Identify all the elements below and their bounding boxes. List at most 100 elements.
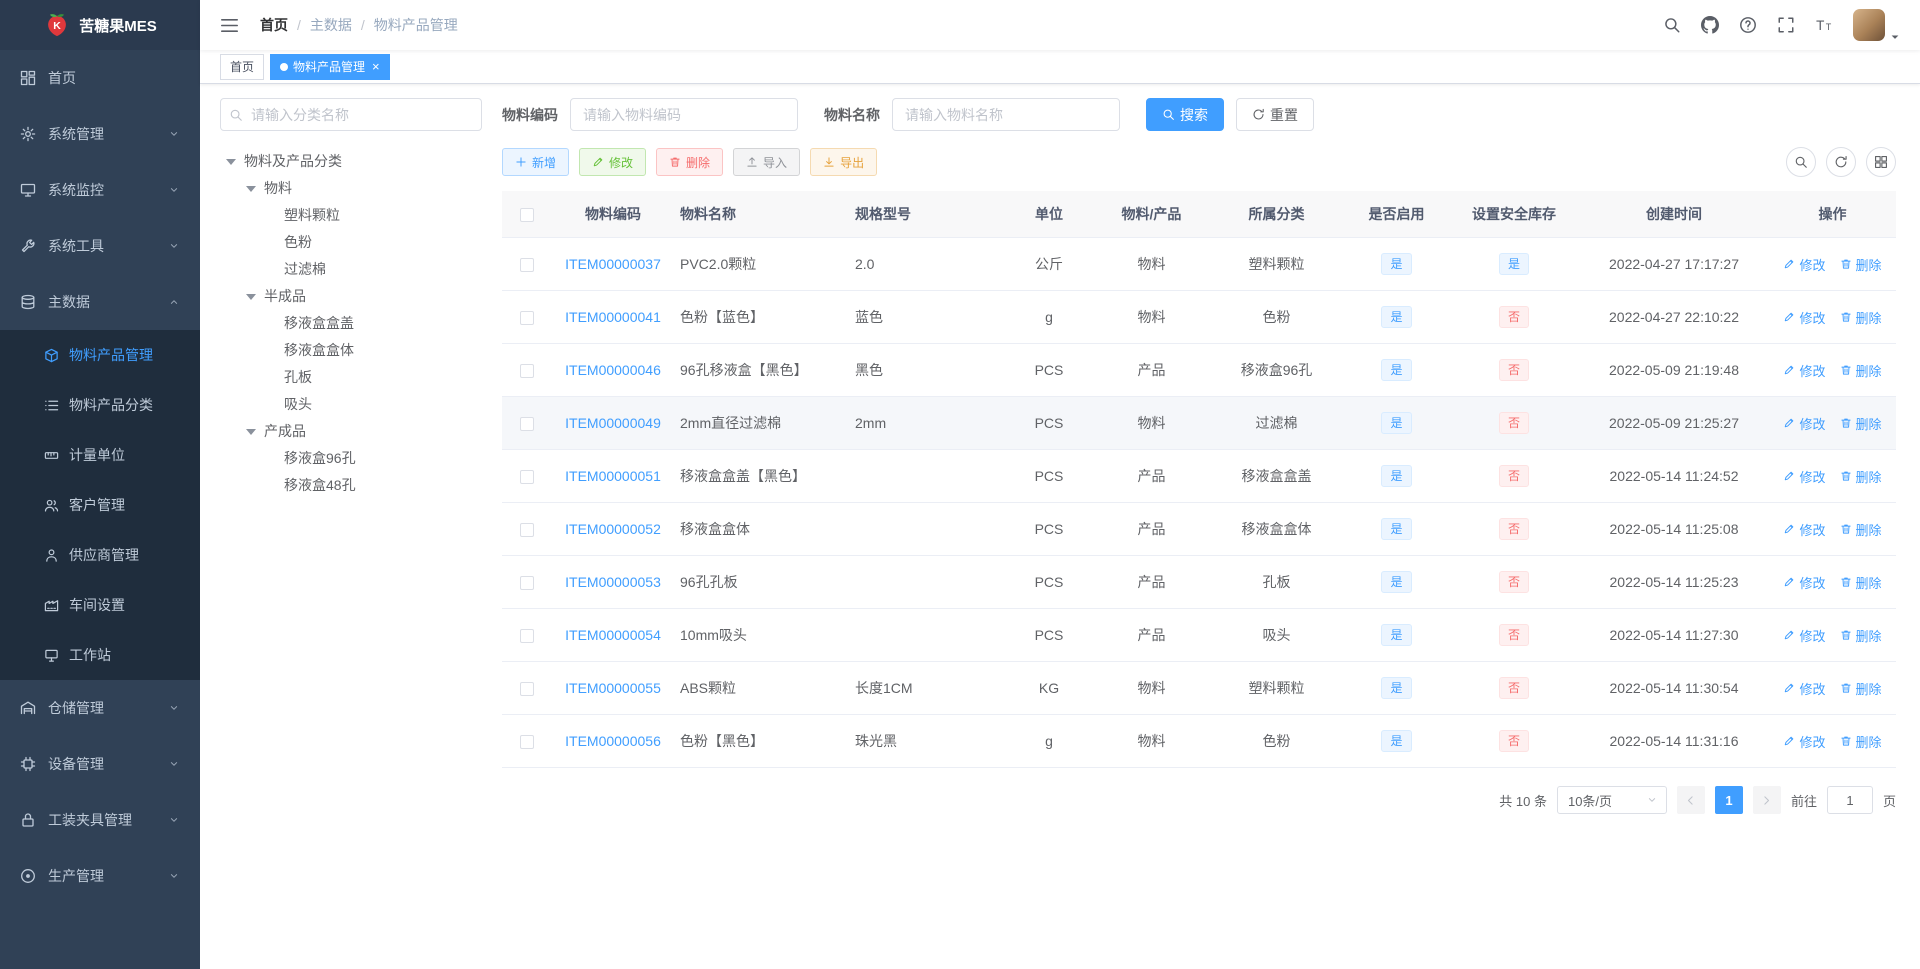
material-code-link[interactable]: ITEM00000049 [565,415,661,431]
row-edit-link[interactable]: 修改 [1783,732,1826,751]
sidebar-item[interactable]: 工装夹具管理 [0,792,200,848]
github-icon[interactable] [1691,16,1729,34]
material-code-link[interactable]: ITEM00000051 [565,468,661,484]
goto-page-input[interactable] [1826,786,1873,814]
material-code-link[interactable]: ITEM00000037 [565,256,661,272]
tree-node[interactable]: 物料 [220,174,482,201]
material-code-link[interactable]: ITEM00000055 [565,680,661,696]
sidebar-item[interactable]: 生产管理 [0,848,200,904]
row-edit-link[interactable]: 修改 [1783,626,1826,645]
tree-node[interactable]: 移液盒96孔 [220,444,482,471]
row-checkbox[interactable] [520,629,534,644]
prev-page-button[interactable] [1676,786,1705,814]
table-row[interactable]: ITEM00000037 PVC2.0颗粒 2.0 公斤 物料 塑料颗粒 是 是 2022-04… [502,237,1896,291]
code-filter-input[interactable] [570,98,798,131]
material-code-link[interactable]: ITEM00000056 [565,733,661,749]
table-row[interactable]: ITEM00000054 10mm吸头 PCS 产品 吸头 是 否 2022-05-14 11… [502,608,1896,662]
material-code-link[interactable]: ITEM00000046 [565,362,661,378]
header-search-icon[interactable] [1653,16,1691,34]
page-1-button[interactable]: 1 [1714,786,1743,814]
tree-node[interactable]: 过滤棉 [220,255,482,282]
sidebar-subitem[interactable]: 工作站 [0,630,200,680]
sidebar-subitem[interactable]: 物料产品分类 [0,380,200,430]
toggle-search-button[interactable] [1786,147,1816,177]
sidebar-subitem[interactable]: 计量单位 [0,430,200,480]
tree-node[interactable]: 移液盒48孔 [220,471,482,498]
edit-button[interactable]: 修改 [579,148,647,176]
select-all-checkbox[interactable] [520,208,534,223]
row-edit-link[interactable]: 修改 [1783,573,1826,592]
table-row[interactable]: ITEM00000051 移液盒盒盖【黑色】 PCS 产品 移液盒盒盖 是 否 2022-05… [502,449,1896,503]
row-edit-link[interactable]: 修改 [1783,679,1826,698]
breadcrumb-item[interactable]: 首页 [260,15,288,35]
tree-expand-icon[interactable] [246,427,260,435]
reset-button[interactable]: 重置 [1236,98,1314,131]
name-filter-input[interactable] [892,98,1120,131]
sidebar-subitem[interactable]: 客户管理 [0,480,200,530]
tree-node[interactable]: 色粉 [220,228,482,255]
sidebar-item[interactable]: 系统工具 [0,218,200,274]
row-checkbox[interactable] [520,258,534,273]
material-code-link[interactable]: ITEM00000041 [565,309,661,325]
row-delete-link[interactable]: 删除 [1840,361,1882,380]
sidebar-subitem[interactable]: 车间设置 [0,580,200,630]
sidebar-item[interactable]: 系统监控 [0,162,200,218]
row-edit-link[interactable]: 修改 [1783,361,1826,380]
row-edit-link[interactable]: 修改 [1783,467,1826,486]
table-row[interactable]: ITEM00000055 ABS颗粒 长度1CM KG 物料 塑料颗粒 是 否 2022-05-… [502,661,1896,715]
breadcrumb-item[interactable]: 主数据 [310,15,352,35]
row-edit-link[interactable]: 修改 [1783,520,1826,539]
font-size-icon[interactable]: TT [1805,16,1843,34]
sidebar-item[interactable]: 仓储管理 [0,680,200,736]
row-delete-link[interactable]: 删除 [1840,626,1882,645]
search-button[interactable]: 搜索 [1146,98,1224,131]
row-checkbox[interactable] [520,470,534,485]
row-checkbox[interactable] [520,311,534,326]
row-checkbox[interactable] [520,417,534,432]
material-code-link[interactable]: ITEM00000054 [565,627,661,643]
row-checkbox[interactable] [520,576,534,591]
tree-expand-icon[interactable] [226,157,240,165]
help-icon[interactable] [1729,16,1767,34]
tree-node[interactable]: 移液盒盒体 [220,336,482,363]
table-row[interactable]: ITEM00000049 2mm直径过滤棉 2mm PCS 物料 过滤棉 是 否 2022-05… [502,396,1896,450]
row-checkbox[interactable] [520,364,534,379]
row-delete-link[interactable]: 删除 [1840,573,1882,592]
tree-node[interactable]: 移液盒盒盖 [220,309,482,336]
tree-node[interactable]: 物料及产品分类 [220,147,482,174]
view-tab[interactable]: 首页 [220,53,265,80]
row-delete-link[interactable]: 删除 [1840,732,1882,751]
tree-node[interactable]: 半成品 [220,282,482,309]
tab-close-icon[interactable]: × [372,60,380,73]
view-tab[interactable]: 物料产品管理 × [270,53,390,80]
row-edit-link[interactable]: 修改 [1783,308,1826,327]
tree-node[interactable]: 产成品 [220,417,482,444]
sidebar-subitem[interactable]: 物料产品管理 [0,330,200,380]
row-edit-link[interactable]: 修改 [1783,255,1826,274]
sidebar-subitem[interactable]: 供应商管理 [0,530,200,580]
sidebar-item[interactable]: 系统管理 [0,106,200,162]
sidebar-item[interactable]: 首页 [0,50,200,106]
row-delete-link[interactable]: 删除 [1840,679,1882,698]
tree-node[interactable]: 吸头 [220,390,482,417]
hamburger-icon[interactable] [215,16,244,35]
row-delete-link[interactable]: 删除 [1840,414,1882,433]
material-code-link[interactable]: ITEM00000053 [565,574,661,590]
fullscreen-icon[interactable] [1767,16,1805,34]
table-row[interactable]: ITEM00000052 移液盒盒体 PCS 产品 移液盒盒体是否 2022-05-14 … [502,502,1896,556]
next-page-button[interactable] [1752,786,1781,814]
refresh-table-button[interactable] [1826,147,1856,177]
row-checkbox[interactable] [520,523,534,538]
tree-node[interactable]: 孔板 [220,363,482,390]
row-delete-link[interactable]: 删除 [1840,308,1882,327]
row-checkbox[interactable] [520,735,534,750]
tree-node[interactable]: 塑料颗粒 [220,201,482,228]
material-code-link[interactable]: ITEM00000052 [565,521,661,537]
user-menu[interactable] [1853,9,1905,41]
row-delete-link[interactable]: 删除 [1840,255,1882,274]
page-size-select[interactable]: 10条/页 [1556,786,1667,814]
tree-expand-icon[interactable] [246,184,260,192]
row-edit-link[interactable]: 修改 [1783,414,1826,433]
row-delete-link[interactable]: 删除 [1840,520,1882,539]
table-row[interactable]: ITEM00000046 96孔移液盒【黑色】 黑色 PCS 产品 移液盒96孔 是 否 202… [502,343,1896,397]
